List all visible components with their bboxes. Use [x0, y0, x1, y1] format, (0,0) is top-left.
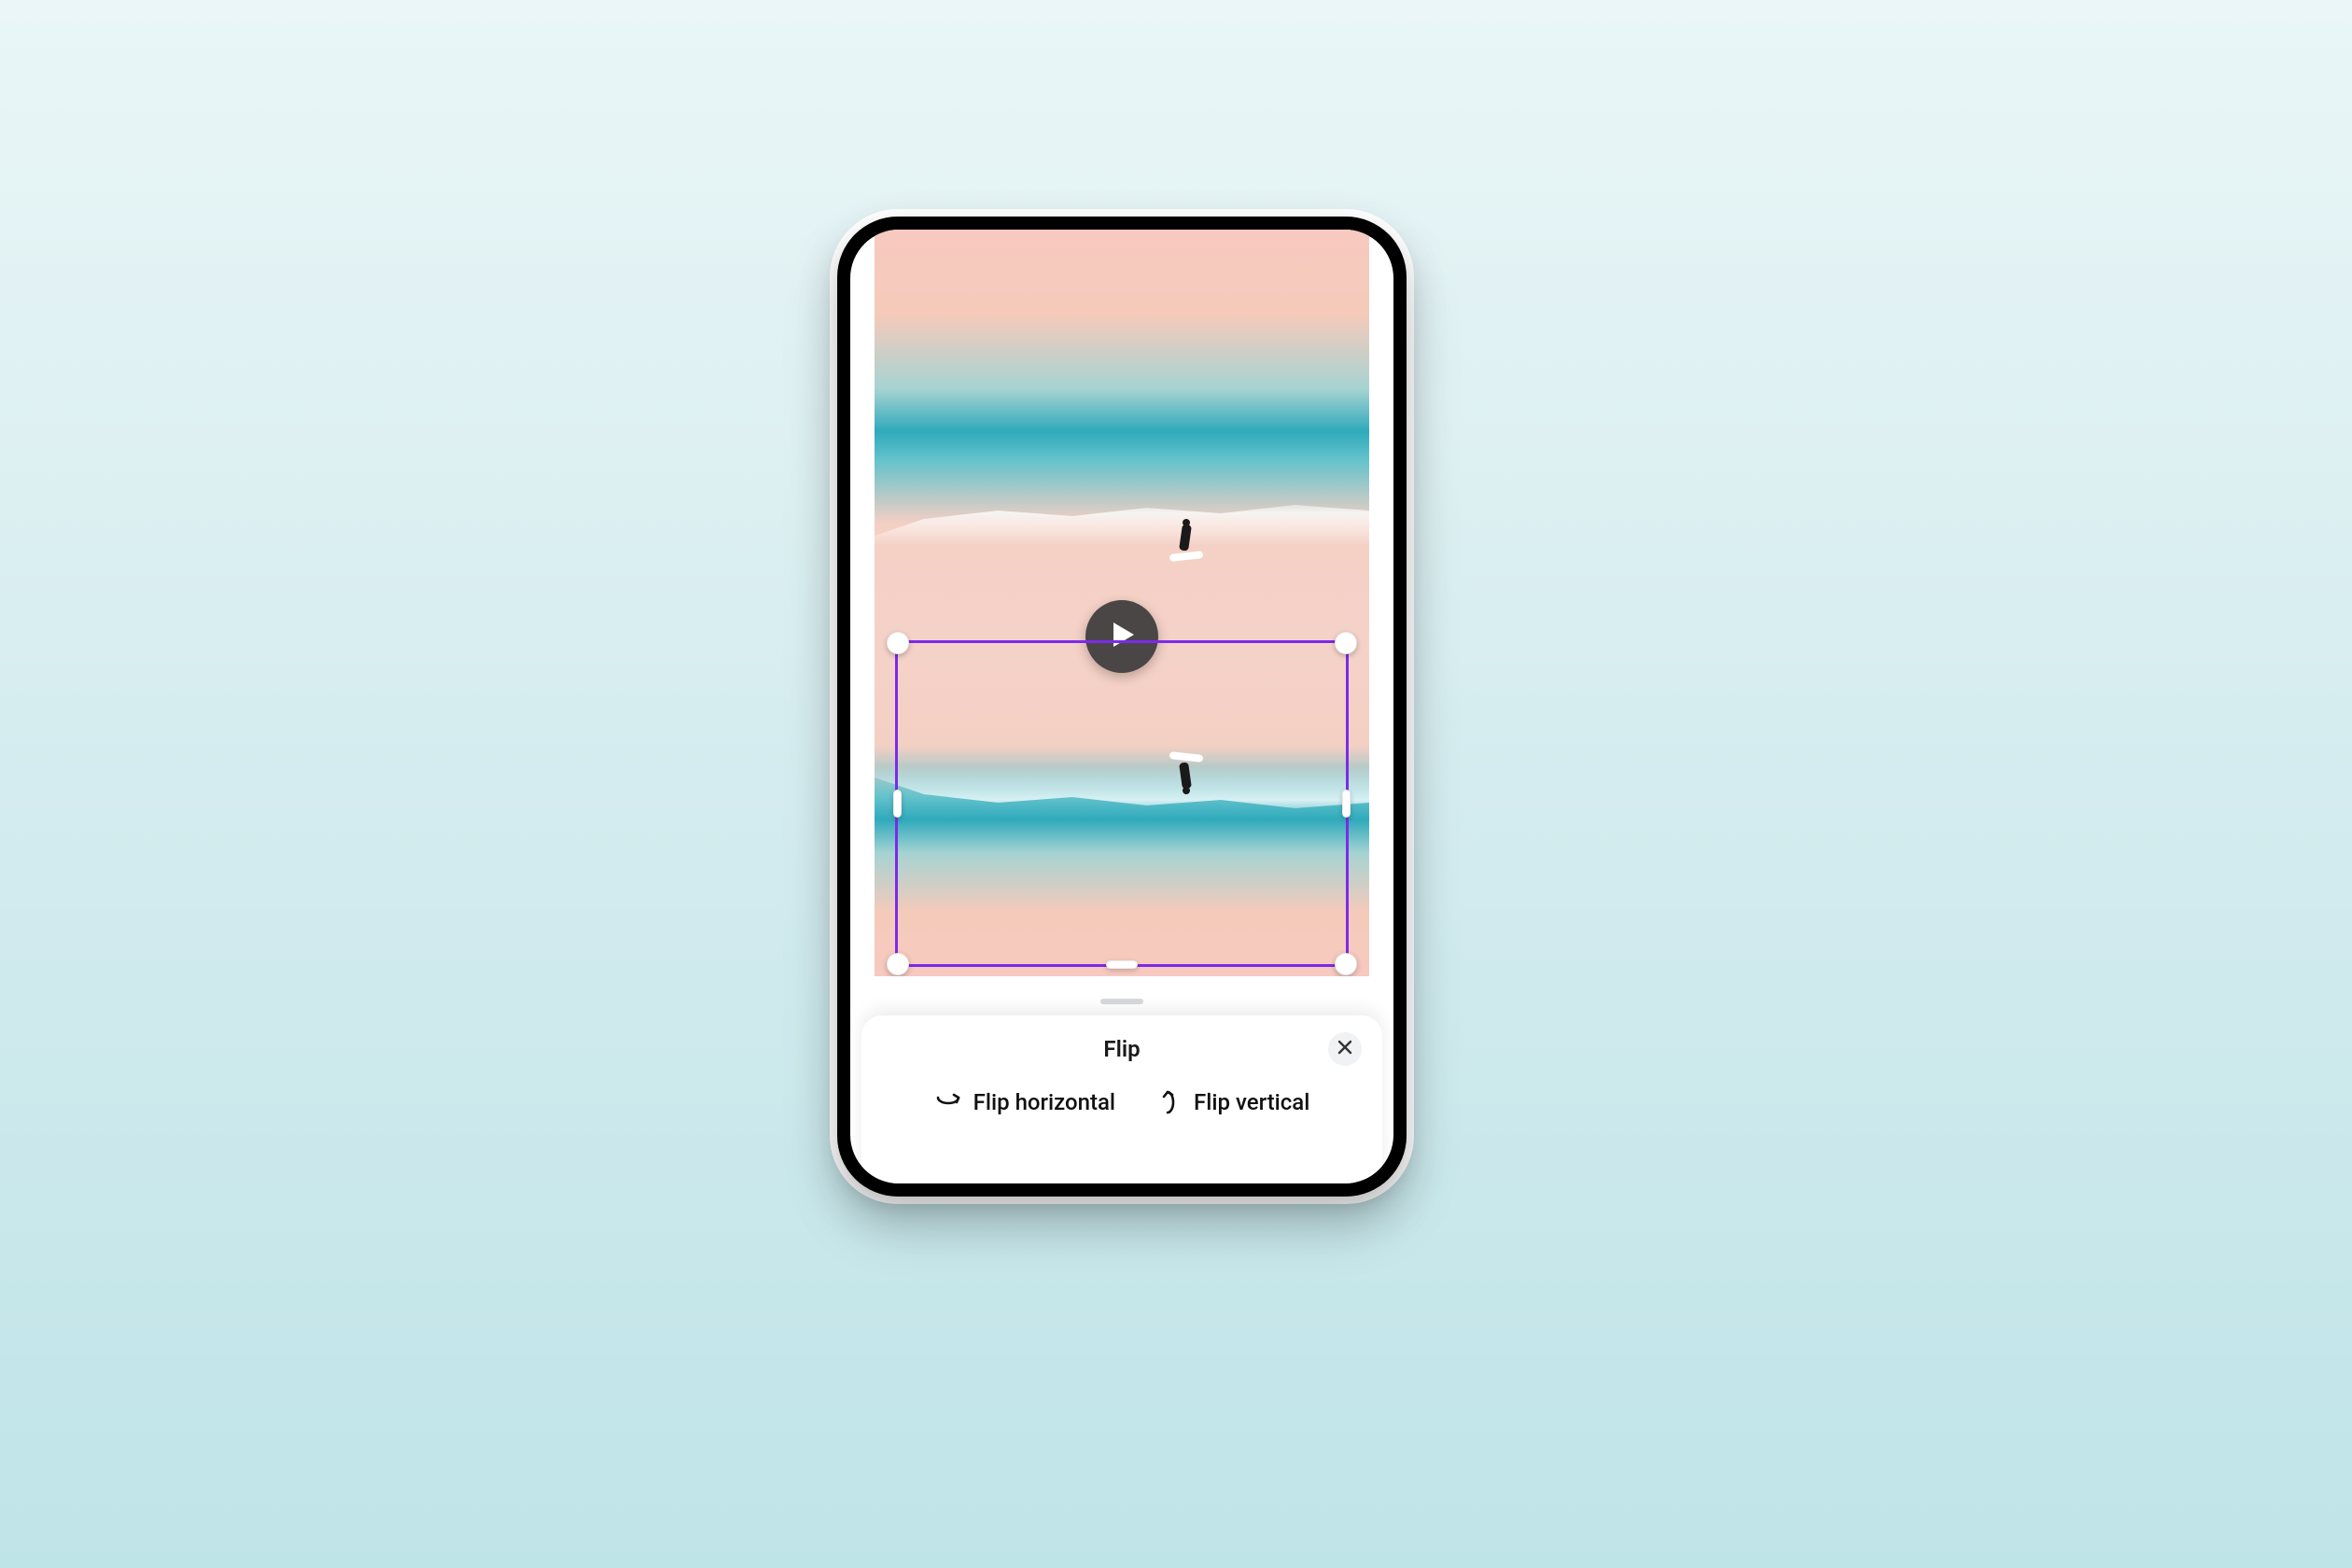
flip-horizontal-icon [934, 1090, 962, 1114]
wave-decoration [875, 766, 1369, 822]
resize-handle-bottom-left[interactable] [887, 953, 909, 975]
resize-handle-top-right[interactable] [1335, 632, 1357, 654]
resize-handle-bottom-right[interactable] [1335, 953, 1357, 975]
flip-horizontal-label: Flip horizontal [973, 1089, 1115, 1115]
phone-screen: Flip [850, 230, 1393, 1183]
surfer-decoration [1173, 519, 1199, 566]
flip-vertical-label: Flip vertical [1194, 1089, 1309, 1115]
close-button[interactable] [1328, 1032, 1362, 1066]
resize-handle-left[interactable] [893, 790, 902, 818]
play-icon [1108, 621, 1136, 652]
editor-canvas[interactable] [875, 230, 1369, 976]
surfer-decoration [1173, 748, 1199, 794]
flip-vertical-button[interactable]: Flip vertical [1160, 1088, 1309, 1116]
resize-handle-right[interactable] [1342, 790, 1351, 818]
flip-horizontal-button[interactable]: Flip horizontal [934, 1088, 1115, 1116]
close-icon [1337, 1039, 1353, 1059]
resize-handle-top-left[interactable] [887, 632, 909, 654]
sheet-actions: Flip horizontal Flip vertical [878, 1088, 1365, 1116]
canvas-media-original [875, 230, 1369, 650]
resize-handle-bottom[interactable] [1106, 960, 1138, 969]
phone-frame: Flip [837, 217, 1407, 1197]
wave-decoration [875, 491, 1369, 547]
flip-bottom-sheet: Flip [861, 1015, 1382, 1183]
flip-vertical-icon [1160, 1088, 1183, 1116]
sheet-title: Flip [1103, 1036, 1140, 1062]
sheet-header: Flip [878, 1036, 1365, 1062]
play-button[interactable] [1085, 600, 1158, 673]
promo-stage: Flip [497, 403, 1855, 1165]
sheet-grabber[interactable] [1100, 999, 1143, 1004]
canvas-media-flipped [875, 645, 1369, 976]
